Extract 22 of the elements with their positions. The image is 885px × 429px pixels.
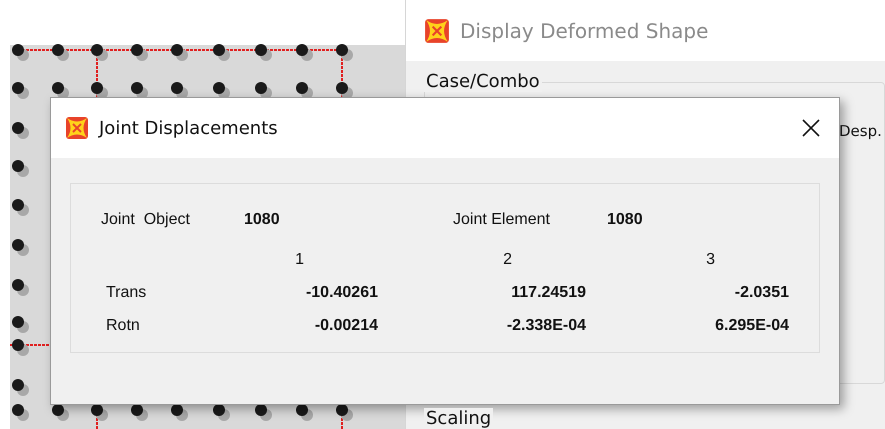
value-cell-text: -2.0351 bbox=[734, 284, 789, 302]
group-label: Case/Combo bbox=[424, 71, 542, 92]
joint-element-value: 1080 bbox=[607, 211, 644, 229]
value-cell-text: 6.295E-04 bbox=[714, 316, 789, 334]
value-cell-text: -0.00214 bbox=[314, 316, 378, 334]
joint-element-label: Joint Element bbox=[453, 211, 551, 229]
column-header: 3 bbox=[705, 250, 716, 268]
dropdown-text: Desp. bbox=[839, 122, 882, 140]
column-header: 1 bbox=[294, 250, 305, 268]
value-cell-text: -2.338E-04 bbox=[506, 316, 586, 334]
dialog-title: Joint Displacements bbox=[99, 118, 279, 138]
close-icon bbox=[801, 118, 821, 138]
app-logo-icon bbox=[65, 116, 89, 140]
joint-object-label: Joint Object bbox=[101, 211, 191, 229]
row-label: Rotn bbox=[106, 316, 141, 334]
app-logo-icon bbox=[424, 18, 450, 44]
row-label: Trans bbox=[106, 284, 148, 302]
window-title: Display Deformed Shape bbox=[460, 18, 708, 42]
value-cell-text: -10.40261 bbox=[304, 284, 378, 302]
joint-object-value: 1080 bbox=[244, 211, 281, 229]
column-header: 2 bbox=[502, 250, 513, 268]
value-cell-text: 117.24519 bbox=[510, 284, 586, 302]
